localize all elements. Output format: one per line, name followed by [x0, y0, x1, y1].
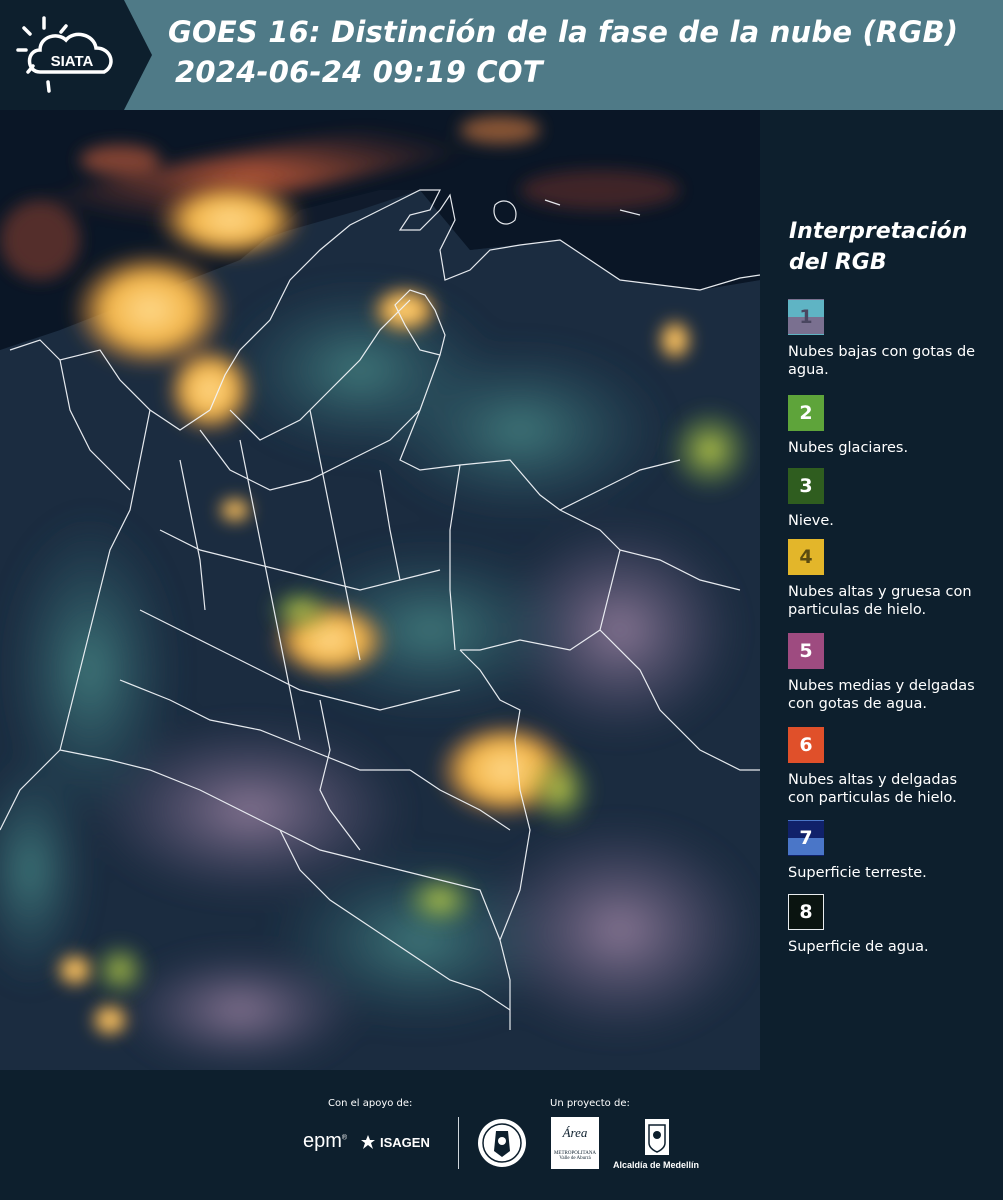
legend-title: Interpretación del RGB	[789, 219, 968, 275]
legend-swatch-5: 5	[788, 633, 824, 669]
legend-item-4: 4 Nubes altas y gruesa con particulas de…	[788, 539, 978, 619]
legend-item-3: 3 Nieve.	[788, 468, 978, 530]
svg-text:SIATA: SIATA	[51, 53, 94, 70]
legend-panel: Interpretación del RGB 1 Nubes bajas con…	[760, 110, 1003, 1070]
header-bar: SIATA GOES 16: Distinción de la fase de …	[0, 0, 1003, 110]
legend-item-1: 1 Nubes bajas con gotas de agua.	[788, 299, 978, 379]
legend-label-6: Nubes altas y delgadas con particulas de…	[788, 772, 958, 806]
legend-label-1: Nubes bajas con gotas de agua.	[788, 344, 976, 378]
map-canvas	[0, 110, 760, 1070]
legend-label-2: Nubes glaciares.	[788, 440, 909, 456]
legend-label-7: Superficie terreste.	[788, 865, 927, 881]
legend-swatch-6: 6	[788, 727, 824, 763]
timestamp-title: 2024-06-24 09:19 COT	[175, 55, 543, 89]
footer-sponsors: Con el apoyo de: Un proyecto de: epm® IS…	[0, 1070, 1003, 1200]
university-seal-icon	[478, 1119, 526, 1167]
support-label: Con el apoyo de:	[328, 1098, 413, 1109]
legend-label-8: Superficie de agua.	[788, 939, 929, 955]
legend-label-4: Nubes altas y gruesa con particulas de h…	[788, 584, 972, 618]
project-label: Un proyecto de:	[550, 1098, 630, 1109]
legend-swatch-7: 7	[788, 820, 824, 856]
alcaldia-label: Alcaldía de Medellín	[613, 1160, 700, 1170]
legend-swatch-1: 1	[788, 299, 824, 335]
legend-item-5: 5 Nubes medias y delgadas con gotas de a…	[788, 633, 978, 713]
legend-label-5: Nubes medias y delgadas con gotas de agu…	[788, 678, 975, 712]
legend-item-2: 2 Nubes glaciares.	[788, 395, 978, 457]
epm-logo: epm®	[303, 1130, 348, 1152]
legend-swatch-4: 4	[788, 539, 824, 575]
legend-label-3: Nieve.	[788, 513, 834, 529]
legend-item-6: 6 Nubes altas y delgadas con particulas …	[788, 727, 978, 807]
legend-swatch-8: 8	[788, 894, 824, 930]
legend-item-8: 8 Superficie de agua.	[788, 894, 978, 956]
footer-divider	[458, 1117, 459, 1169]
siata-sun-cloud-icon: SIATA	[16, 16, 113, 93]
area-metropolitana-logo: Área METROPOLITANA Valle de Aburrá	[551, 1117, 599, 1169]
isagen-icon	[361, 1135, 375, 1149]
page-title: GOES 16: Distinción de la fase de la nub…	[168, 15, 959, 49]
siata-logo: SIATA	[0, 0, 152, 110]
legend-item-7: 7 Superficie terreste.	[788, 820, 978, 882]
medellin-coat-of-arms-icon	[645, 1119, 669, 1155]
legend-swatch-2: 2	[788, 395, 824, 431]
satellite-rgb-map	[0, 110, 760, 1070]
legend-swatch-3: 3	[788, 468, 824, 504]
isagen-logo: ISAGEN	[360, 1134, 430, 1150]
